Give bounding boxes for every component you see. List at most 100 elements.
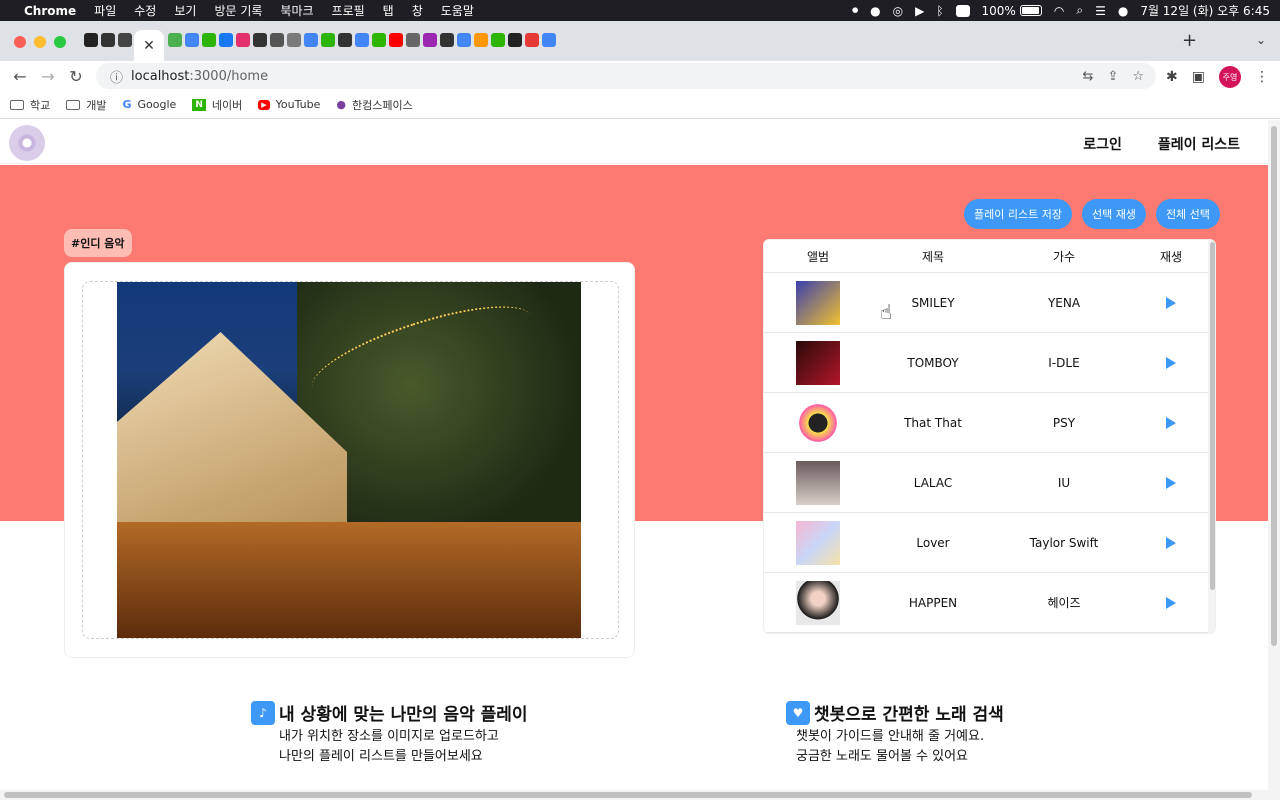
- tab-favicon[interactable]: [440, 33, 454, 47]
- bookmarks-bar: 학교 개발 G Google N 네이버 ▶ YouTube ● 한컴스페이스: [0, 91, 1280, 119]
- record-icon[interactable]: ⏺: [852, 3, 858, 18]
- search-icon[interactable]: ⌕: [1076, 3, 1083, 18]
- close-tab-icon[interactable]: ✕: [143, 38, 155, 54]
- table-row[interactable]: That That PSY: [764, 393, 1208, 453]
- airdrop-icon[interactable]: ◎: [893, 4, 903, 18]
- tab-favicon[interactable]: [491, 33, 505, 47]
- table-scrollbar[interactable]: [1208, 240, 1215, 633]
- zoom-window-icon[interactable]: [54, 36, 66, 48]
- bookmark-naver[interactable]: N 네이버: [192, 97, 242, 113]
- menu-app-name[interactable]: Chrome: [24, 4, 76, 18]
- bookmark-star-icon[interactable]: ☆: [1132, 69, 1144, 84]
- input-source-icon[interactable]: [955, 4, 970, 17]
- tab-favicon[interactable]: [101, 33, 115, 47]
- play-icon[interactable]: [1166, 296, 1176, 309]
- nav-login[interactable]: 로그인: [1083, 134, 1122, 154]
- share-icon[interactable]: ⇪: [1107, 69, 1118, 84]
- select-all-button[interactable]: 전체 선택: [1155, 199, 1220, 229]
- active-tab[interactable]: ✕: [134, 30, 164, 61]
- table-row[interactable]: SMILEY YENA: [764, 273, 1208, 333]
- play-icon[interactable]: ▶: [915, 4, 924, 18]
- menu-tab[interactable]: 탭: [383, 2, 394, 19]
- tab-favicon[interactable]: [423, 33, 437, 47]
- wechat-icon[interactable]: ●: [870, 4, 880, 18]
- new-tab-button[interactable]: +: [1182, 30, 1197, 51]
- menu-window[interactable]: 창: [412, 2, 423, 19]
- tab-favicon[interactable]: [84, 33, 98, 47]
- tab-search-icon[interactable]: ⌄: [1256, 33, 1266, 47]
- bookmark-folder-school[interactable]: 학교: [10, 97, 50, 113]
- site-info-icon[interactable]: ⓘ: [110, 67, 123, 86]
- bookmark-youtube[interactable]: ▶ YouTube: [258, 98, 320, 111]
- bookmark-folder-dev[interactable]: 개발: [66, 97, 107, 113]
- side-panel-icon[interactable]: ▣: [1192, 69, 1205, 85]
- save-playlist-button[interactable]: 플레이 리스트 저장: [964, 199, 1072, 229]
- tab-favicon[interactable]: [508, 33, 522, 47]
- table-row[interactable]: Lover Taylor Swift: [764, 513, 1208, 573]
- minimize-window-icon[interactable]: [34, 36, 46, 48]
- tab-favicon[interactable]: [406, 33, 420, 47]
- control-center-icon[interactable]: ☰: [1095, 4, 1106, 18]
- page-scroll-thumb[interactable]: [1271, 126, 1277, 646]
- tab-favicon[interactable]: [457, 33, 471, 47]
- menu-view[interactable]: 보기: [174, 2, 196, 19]
- horizontal-scroll-thumb[interactable]: [4, 792, 1252, 798]
- extensions-icon[interactable]: ✱: [1166, 69, 1178, 85]
- tab-favicon[interactable]: [185, 33, 199, 47]
- close-window-icon[interactable]: [14, 36, 26, 48]
- cd-logo-icon[interactable]: [9, 125, 45, 161]
- table-scroll-thumb[interactable]: [1210, 242, 1215, 590]
- menu-bookmarks[interactable]: 북마크: [280, 2, 313, 19]
- page-scrollbar[interactable]: [1268, 120, 1280, 790]
- nav-playlist[interactable]: 플레이 리스트: [1158, 134, 1240, 154]
- tab-favicon[interactable]: [321, 33, 335, 47]
- forward-icon[interactable]: →: [34, 67, 62, 86]
- menu-file[interactable]: 파일: [94, 2, 116, 19]
- tab-favicon[interactable]: [270, 33, 284, 47]
- play-icon[interactable]: [1166, 476, 1176, 489]
- tab-favicon[interactable]: [253, 33, 267, 47]
- bluetooth-icon[interactable]: ᛒ: [936, 4, 943, 18]
- menu-help[interactable]: 도움말: [441, 2, 474, 19]
- bookmark-hancom[interactable]: ● 한컴스페이스: [336, 97, 412, 113]
- tab-favicon[interactable]: [389, 33, 403, 47]
- tab-favicon[interactable]: [287, 33, 301, 47]
- bookmark-google[interactable]: G Google: [123, 98, 177, 111]
- reload-icon[interactable]: ↻: [62, 67, 90, 86]
- siri-icon[interactable]: ●: [1118, 4, 1128, 18]
- tab-favicon[interactable]: [219, 33, 233, 47]
- horizontal-scrollbar[interactable]: [0, 790, 1280, 800]
- play-icon[interactable]: [1166, 416, 1176, 429]
- tab-favicon[interactable]: [202, 33, 216, 47]
- tab-favicon[interactable]: [474, 33, 488, 47]
- song-title: TOMBOY: [907, 355, 959, 370]
- back-icon[interactable]: ←: [6, 67, 34, 86]
- tab-favicon[interactable]: [168, 33, 182, 47]
- play-icon[interactable]: [1166, 536, 1176, 549]
- profile-avatar[interactable]: 주영: [1218, 66, 1241, 88]
- table-row[interactable]: TOMBOY I-DLE: [764, 333, 1208, 393]
- play-selected-button[interactable]: 선택 재생: [1081, 199, 1146, 229]
- translate-icon[interactable]: ⇆: [1083, 69, 1094, 84]
- menu-edit[interactable]: 수정: [134, 2, 156, 19]
- tab-favicon[interactable]: [542, 33, 556, 47]
- tab-favicon[interactable]: [355, 33, 369, 47]
- tab-favicon[interactable]: [372, 33, 386, 47]
- chrome-menu-icon[interactable]: ⋮: [1255, 69, 1269, 85]
- menu-history[interactable]: 방문 기록: [214, 2, 262, 19]
- play-icon[interactable]: [1166, 356, 1176, 369]
- wifi-icon[interactable]: ◠: [1054, 4, 1064, 18]
- tab-favicon[interactable]: [304, 33, 318, 47]
- menu-profile[interactable]: 프로필: [332, 2, 365, 19]
- tab-favicon[interactable]: [525, 33, 539, 47]
- album-art: [796, 580, 840, 625]
- tab-favicon[interactable]: [236, 33, 250, 47]
- table-row[interactable]: LALAC IU: [764, 453, 1208, 513]
- address-bar[interactable]: ⓘ localhost:3000/home ⇆ ⇪ ☆: [96, 63, 1156, 89]
- tab-favicon[interactable]: [118, 33, 132, 47]
- play-icon[interactable]: [1166, 596, 1176, 609]
- table-row[interactable]: HAPPEN 헤이즈: [764, 573, 1208, 633]
- clock[interactable]: 7월 12일 (화) 오후 6:45: [1140, 2, 1270, 19]
- tab-favicon[interactable]: [338, 33, 352, 47]
- battery-indicator[interactable]: 100%: [982, 4, 1042, 18]
